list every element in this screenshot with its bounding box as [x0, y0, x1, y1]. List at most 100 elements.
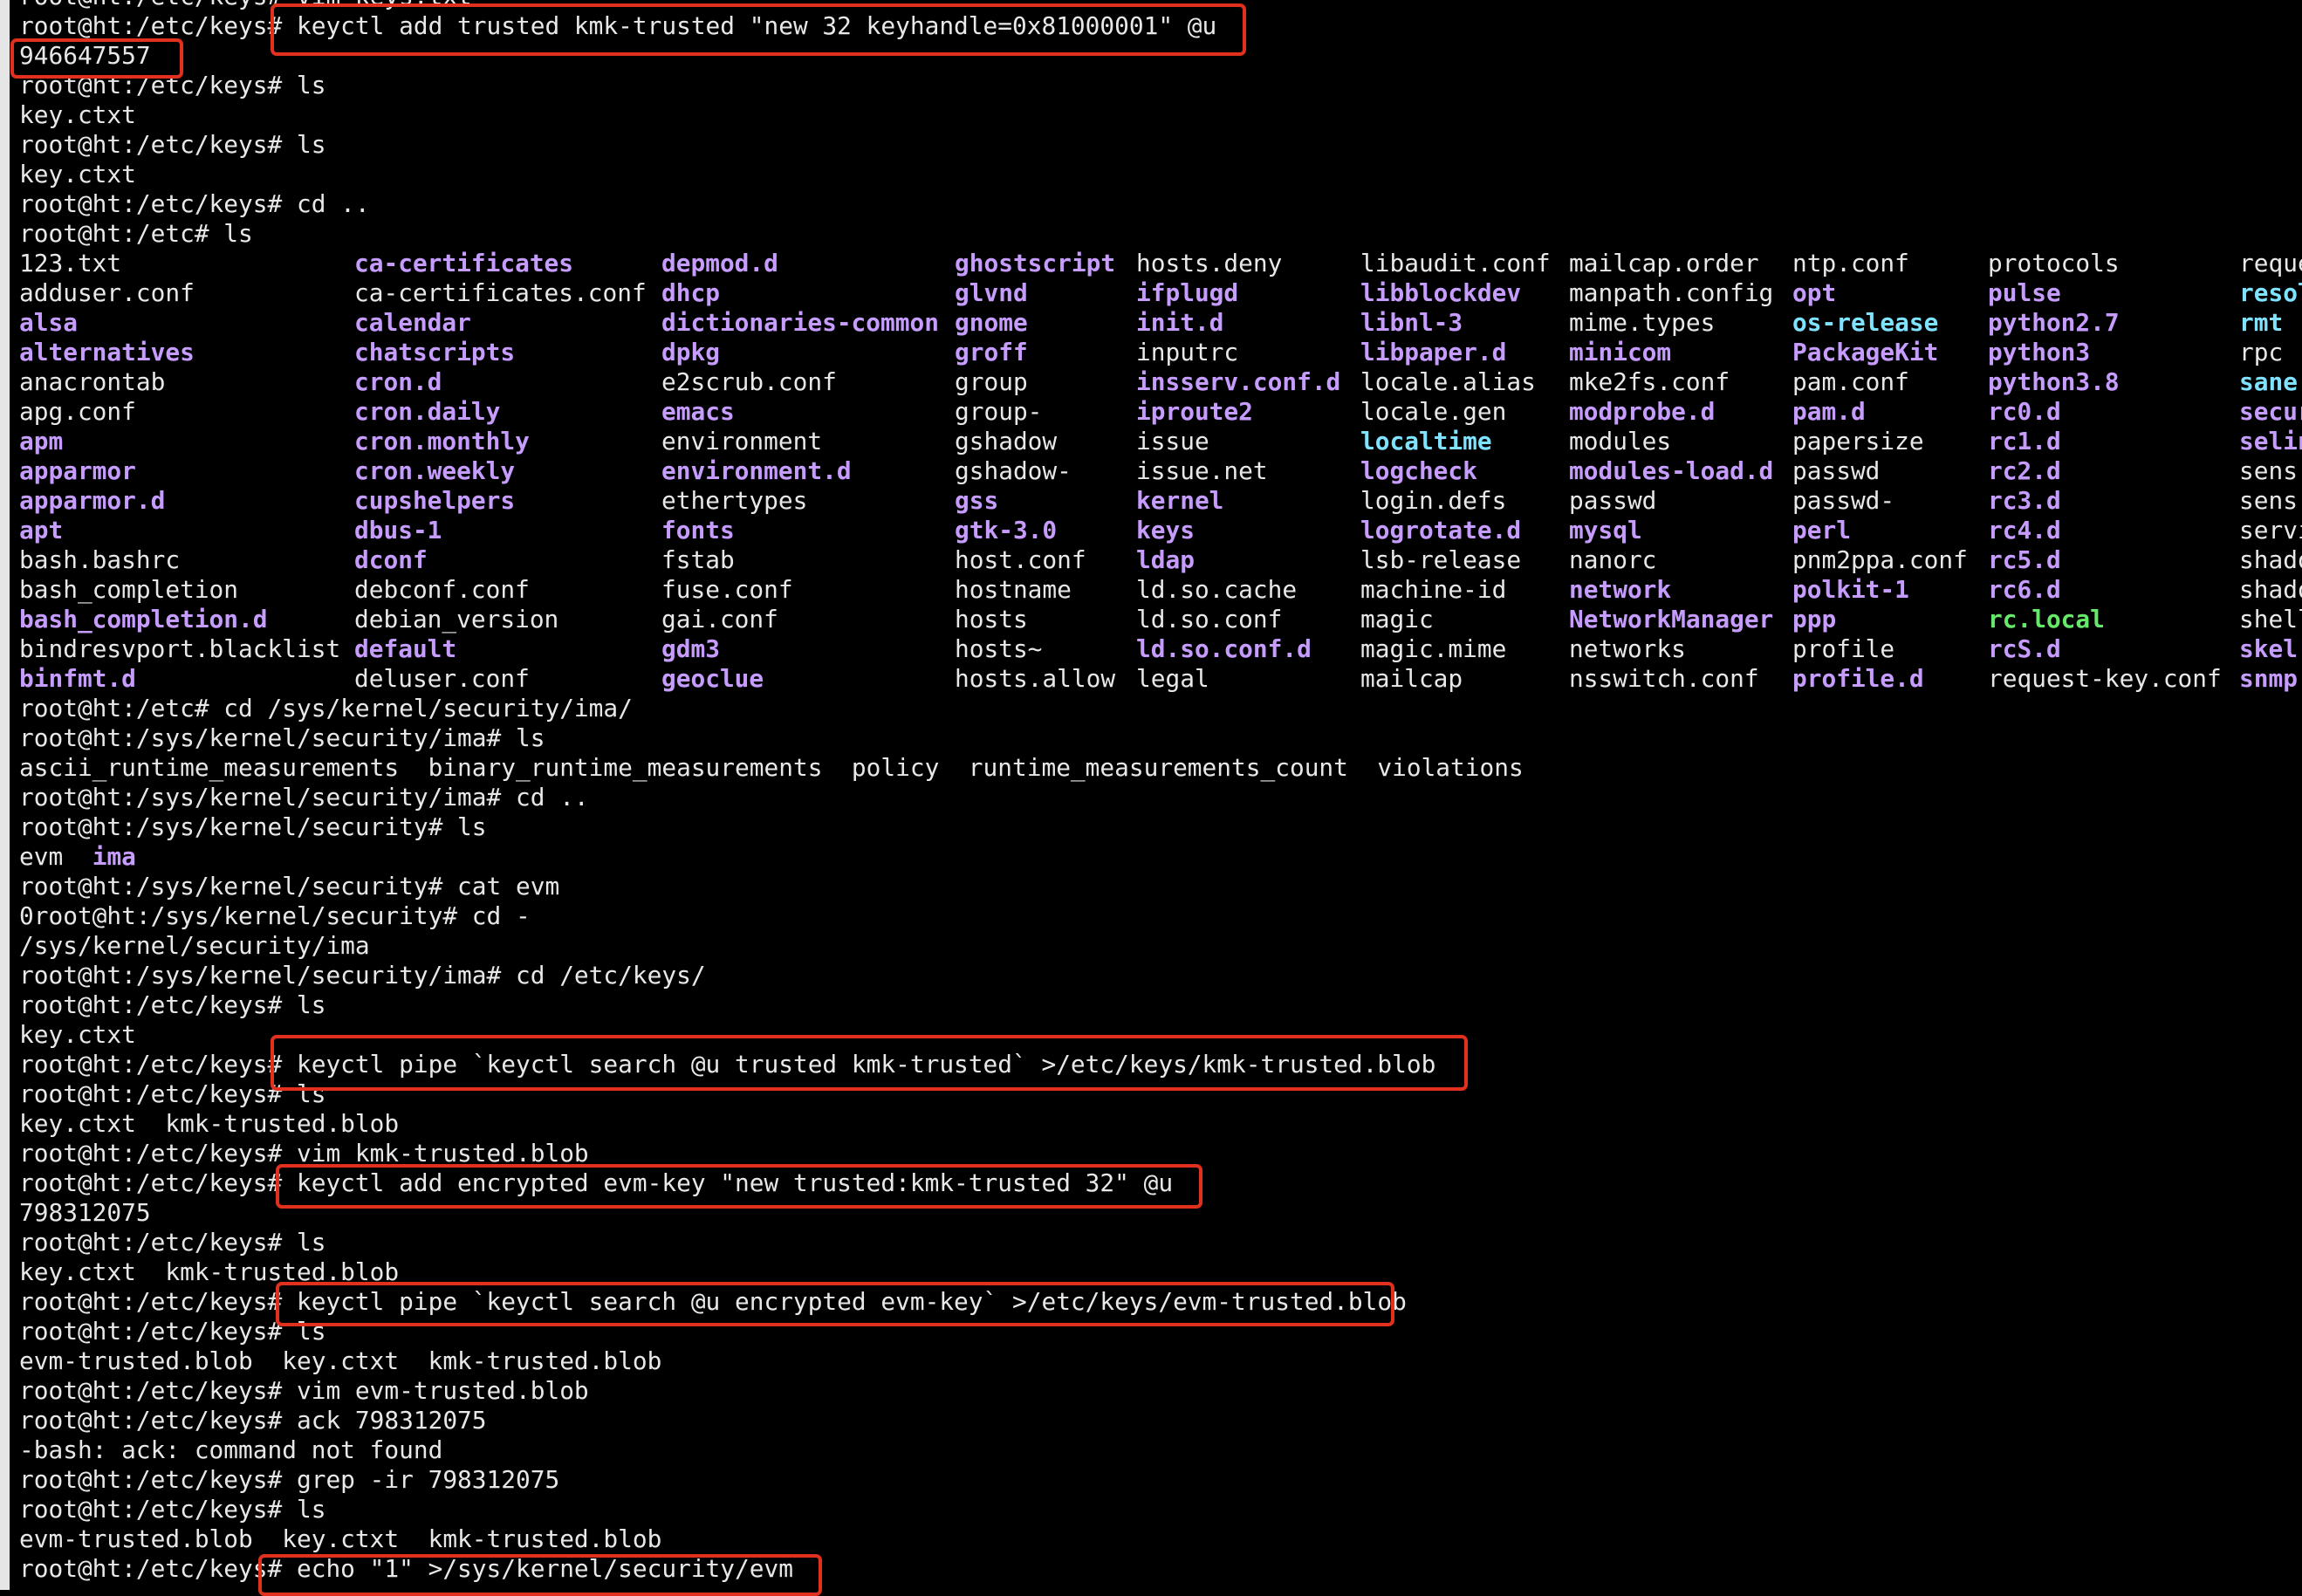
ls-entry: geoclue [661, 664, 764, 693]
ls-entry: logrotate.d [1360, 516, 1522, 545]
ls-entry: passwd [1792, 456, 1881, 485]
ls-entry: polkit-1 [1792, 575, 1909, 604]
ls-entry: gshadow- [955, 456, 1072, 485]
terminal-line: root@ht:/etc/keys# ls [19, 71, 326, 99]
terminal-line: root@ht:/etc/keys# ls [19, 1228, 326, 1257]
terminal-line: 0root@ht:/sys/kernel/security# cd - [19, 901, 531, 930]
ls-entry: profile.d [1792, 664, 1924, 693]
ls-entry: init.d [1136, 308, 1224, 337]
ls-entry: rc0.d [1988, 397, 2061, 426]
ls-entry: gtk-3.0 [955, 516, 1058, 545]
terminal-line: root@ht:/etc/keys# keyctl add trusted km… [19, 11, 1217, 40]
ls-entry: servi [2239, 516, 2302, 545]
ls-entry: apg.conf [19, 397, 136, 426]
terminal-line: key.ctxt kmk-trusted.blob [19, 1257, 400, 1286]
ls-entry: modules [1569, 427, 1672, 456]
ls-entry: fuse.conf [661, 575, 793, 604]
terminal-line: root@ht:/etc/keys# echo "1" >/sys/kernel… [19, 1554, 793, 1583]
terminal-window[interactable]: root@ht:/etc/keys# vim keys.txt root@ht:… [0, 0, 2302, 1596]
ls-entry: cron.monthly [354, 427, 530, 456]
ls-entry: os-release [1792, 308, 1939, 337]
ls-entry: gss [955, 486, 999, 515]
ls-entry: rc4.d [1988, 516, 2061, 545]
ls-entry: dpkg [661, 338, 720, 366]
terminal-line: key.ctxt kmk-trusted.blob [19, 1109, 400, 1138]
ls-entry: ethertypes [661, 486, 808, 515]
window-left-edge [0, 0, 10, 1590]
ls-entry: debian_version [354, 605, 559, 634]
ls-entry: apparmor.d [19, 486, 166, 515]
terminal-line: -bash: ack: command not found [19, 1435, 443, 1464]
terminal-line: root@ht:/etc/keys# ack 798312075 [19, 1406, 487, 1435]
ls-entry: ldap [1136, 545, 1195, 574]
ls-entry: rc1.d [1988, 427, 2061, 456]
ls-entry: group [955, 367, 1028, 396]
terminal-line: root@ht:/etc/keys# vim kmk-trusted.blob [19, 1139, 589, 1168]
ls-entry: 123.txt [19, 249, 122, 277]
ls-entry: alternatives [19, 338, 195, 366]
ls-entry: python3.8 [1988, 367, 2120, 396]
terminal-line: root@ht:/etc/keys# ls [19, 130, 326, 159]
ls-entry: iproute2 [1136, 397, 1253, 426]
ls-entry: snmp [2239, 664, 2298, 693]
ls-entry: PackageKit [1792, 338, 1939, 366]
terminal-line: root@ht:/etc/keys# ls [19, 1495, 326, 1524]
ls-entry: protocols [1988, 249, 2120, 277]
ls-entry: ca-certificates [354, 249, 574, 277]
ls-entry: rcS.d [1988, 634, 2061, 663]
ls-entry: mailcap.order [1569, 249, 1759, 277]
ls-entry: ld.so.conf.d [1136, 634, 1312, 663]
ls-entry: mysql [1569, 516, 1642, 545]
ls-entry: logcheck [1360, 456, 1477, 485]
ls-entry: python2.7 [1988, 308, 2120, 337]
ls-entry: rc3.d [1988, 486, 2061, 515]
ls-entry: sens [2239, 486, 2298, 515]
ls-entry: python3 [1988, 338, 2091, 366]
ls-entry: cupshelpers [354, 486, 516, 515]
ls-entry: selin [2239, 427, 2302, 456]
ls-entry: deluser.conf [354, 664, 530, 693]
ls-entry: rpc [2239, 338, 2284, 366]
ls-entry: bash_completion.d [19, 605, 268, 634]
ls-entry: anacrontab [19, 367, 166, 396]
ls-entry: e2scrub.conf [661, 367, 837, 396]
ls-entry: magic.mime [1360, 634, 1507, 663]
ls-entry: binfmt.d [19, 664, 136, 693]
ls-entry: locale.alias [1360, 367, 1536, 396]
ls-entry: apm [19, 427, 64, 456]
ls-entry: papersize [1792, 427, 1924, 456]
ls-entry: issue.net [1136, 456, 1268, 485]
terminal-line: root@ht:/etc/keys# vim evm-trusted.blob [19, 1376, 589, 1405]
ls-entry: mailcap [1360, 664, 1463, 693]
ls-entry: skel [2239, 634, 2298, 663]
ls-entry: fonts [661, 516, 735, 545]
terminal-line: root@ht:/sys/kernel/security/ima# ls [19, 723, 545, 752]
ls-entry: bash.bashrc [19, 545, 181, 574]
ls-entry: shell [2239, 605, 2302, 634]
ls-entry: NetworkManager [1569, 605, 1774, 634]
ls-entry: apt [19, 516, 64, 545]
ls-entry: profile [1792, 634, 1895, 663]
ls-entry: rc.local [1988, 605, 2105, 634]
terminal-line: root@ht:/sys/kernel/security/ima# cd .. [19, 783, 589, 812]
ls-entry: shado [2239, 545, 2302, 574]
terminal-line: 798312075 [19, 1198, 151, 1227]
ls-entry: dbus-1 [354, 516, 442, 545]
ls-entry: kernel [1136, 486, 1224, 515]
ls-entry: mke2fs.conf [1569, 367, 1730, 396]
ls-entry: nsswitch.conf [1569, 664, 1759, 693]
ls-entry: calendar [354, 308, 471, 337]
ls-entry: gai.conf [661, 605, 778, 634]
ls-entry: pulse [1988, 278, 2061, 307]
ls-entry: passwd [1569, 486, 1657, 515]
ls-entry: localtime [1360, 427, 1492, 456]
ls-entry: opt [1792, 278, 1837, 307]
ls-entry: networks [1569, 634, 1686, 663]
ls-entry: ld.so.cache [1136, 575, 1298, 604]
ls-entry: mime.types [1569, 308, 1716, 337]
ls-entry: ifplugd [1136, 278, 1239, 307]
ls-entry: libaudit.conf [1360, 249, 1551, 277]
ls-entry: rc6.d [1988, 575, 2061, 604]
terminal-line: root@ht:/etc# cd /sys/kernel/security/im… [19, 694, 633, 723]
ls-entry: magic [1360, 605, 1434, 634]
